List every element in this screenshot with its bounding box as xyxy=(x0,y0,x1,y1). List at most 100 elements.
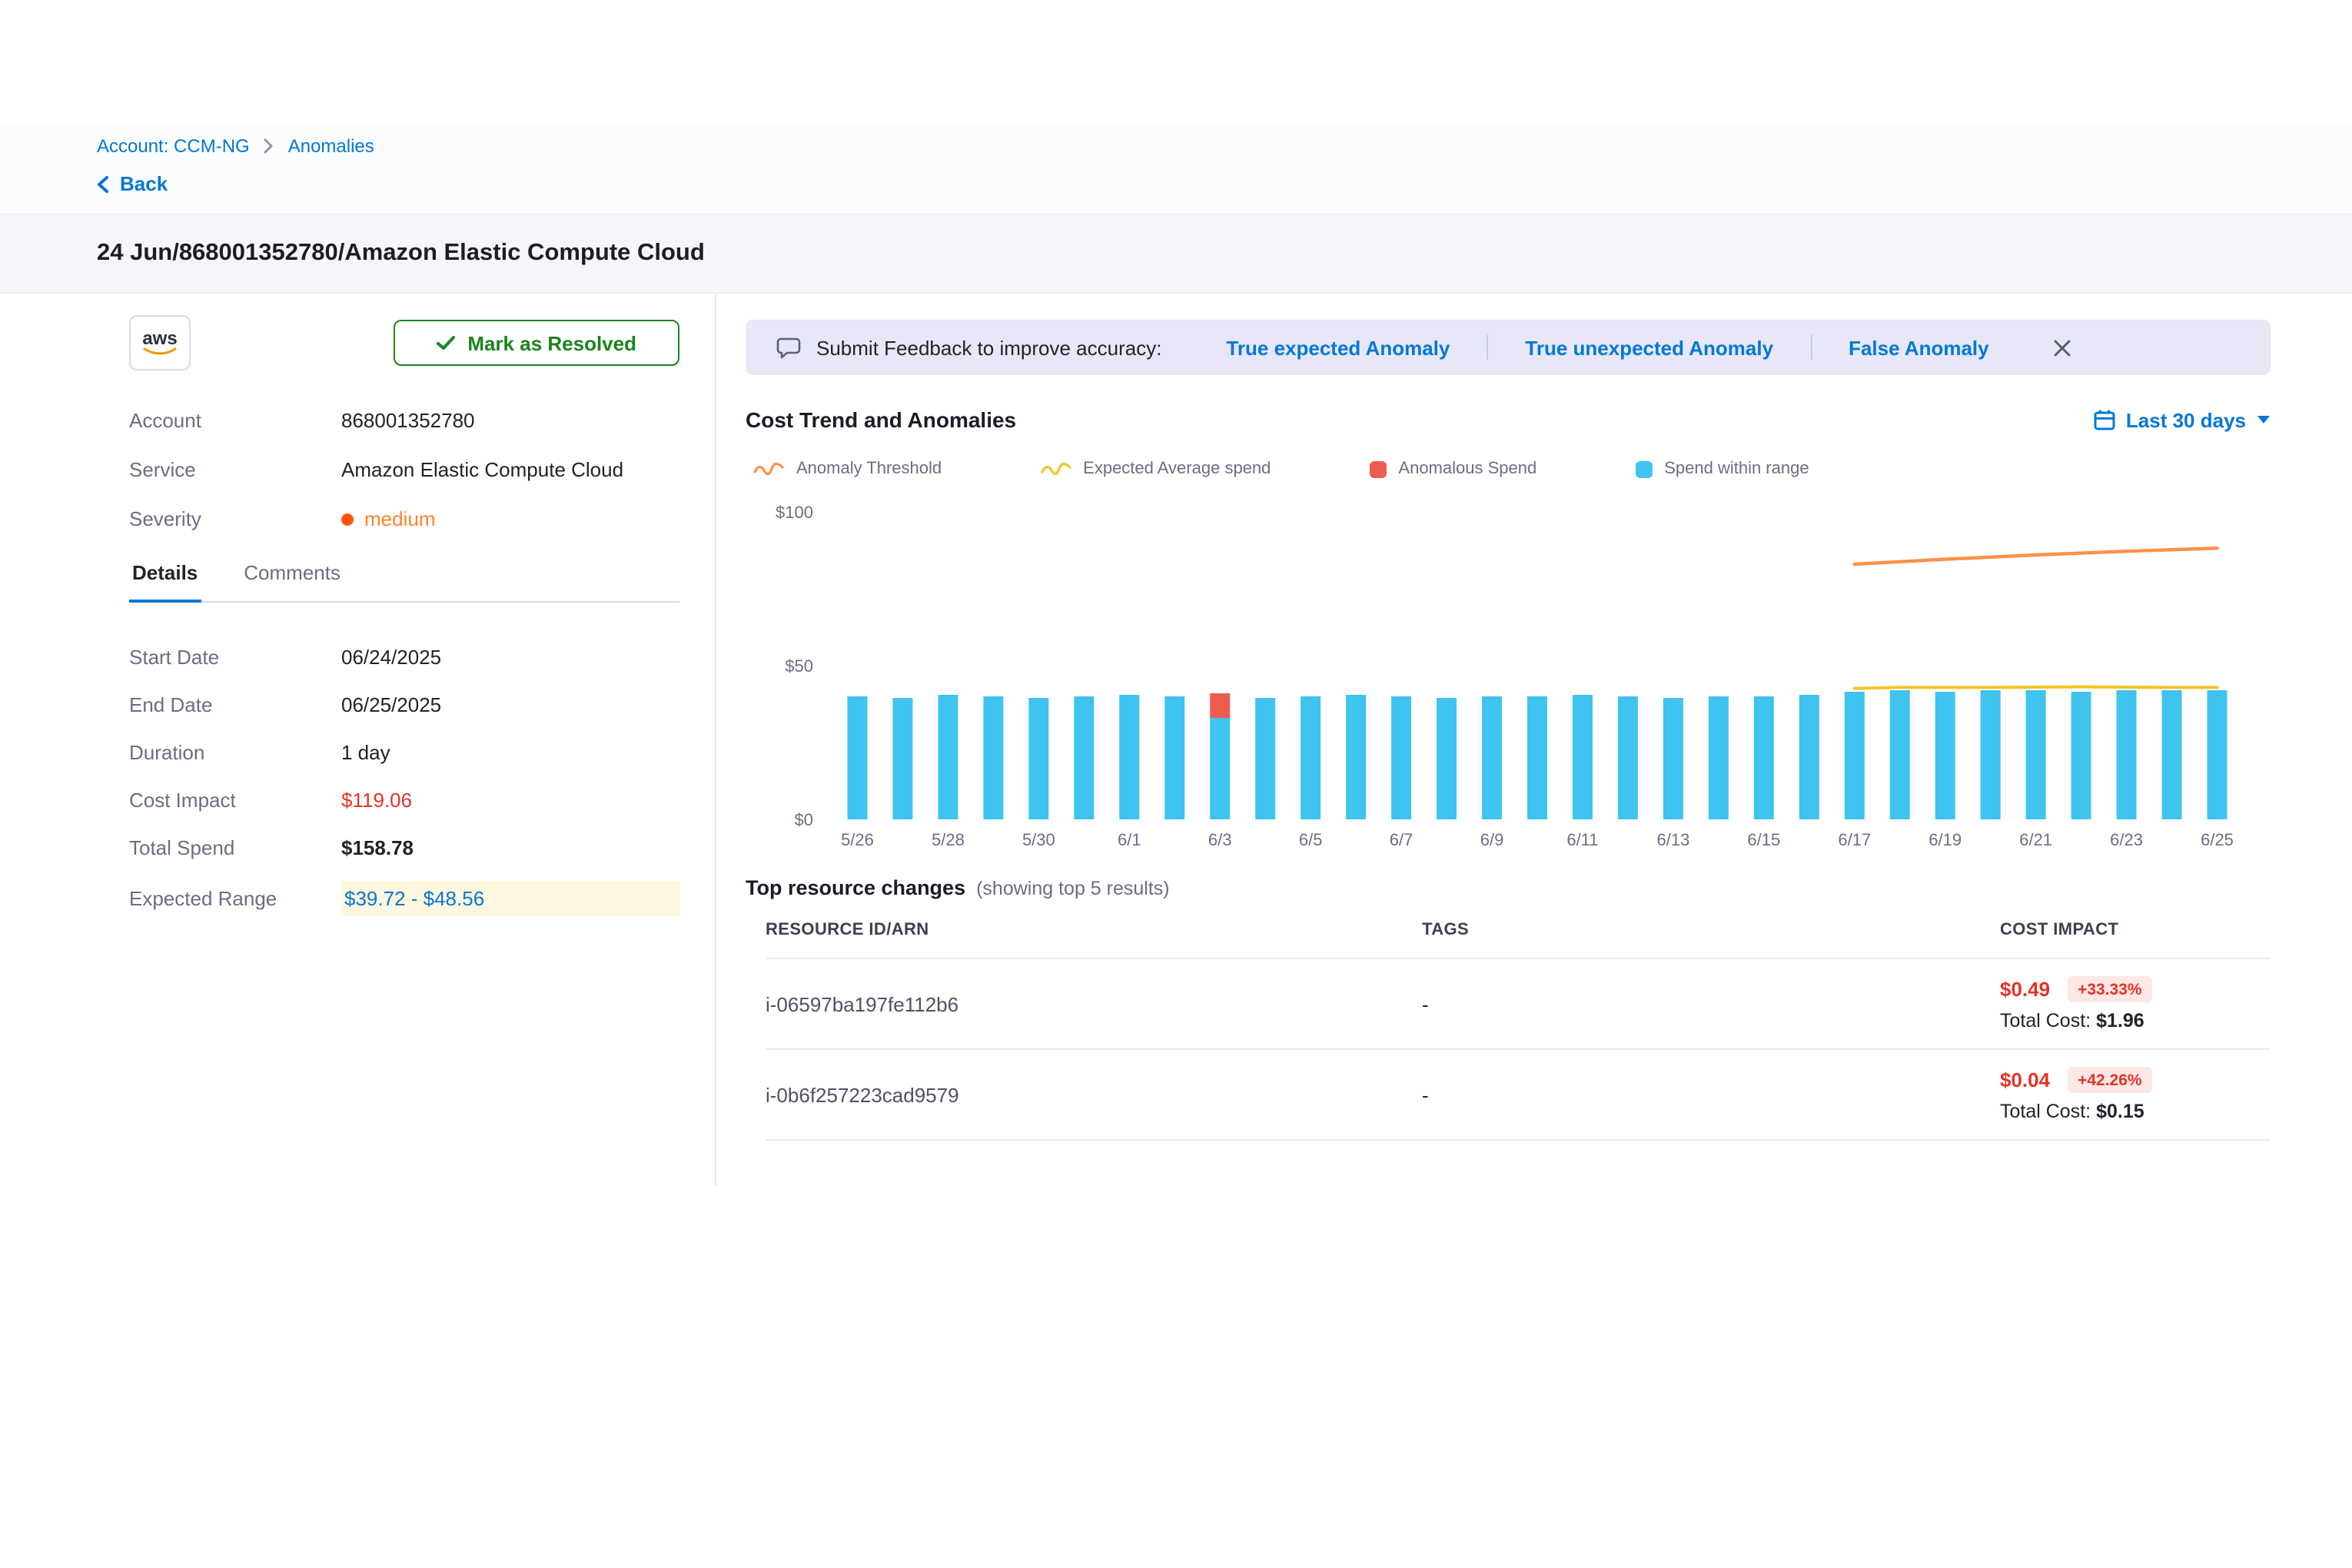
title-bar: 24 Jun/868001352780/Amazon Elastic Compu… xyxy=(0,214,2352,294)
chart-bar xyxy=(1301,696,1321,819)
y-axis-label: $50 xyxy=(785,656,813,676)
summary-fields: Account 868001352780 Service Amazon Elas… xyxy=(129,409,679,530)
chart-bar xyxy=(1573,695,1593,819)
severity-value: medium xyxy=(364,507,436,530)
date-range-selector[interactable]: Last 30 days xyxy=(2094,408,2271,431)
column-cost-impact: COST IMPACT xyxy=(2000,921,2271,939)
content-area: aws Mark as Resolved Account 86800135278… xyxy=(0,294,2352,1187)
resource-total-cost: Total Cost: $1.96 xyxy=(2000,1010,2271,1031)
expected-average-line xyxy=(1855,687,2217,689)
cost-impact-value: $119.06 xyxy=(341,788,412,811)
chart-bar xyxy=(2071,692,2091,819)
legend-label: Anomaly Threshold xyxy=(796,460,942,478)
mark-as-resolved-button[interactable]: Mark as Resolved xyxy=(394,320,679,366)
tab-comments[interactable]: Comments xyxy=(241,561,344,601)
column-resource-id: RESOURCE ID/ARN xyxy=(766,921,1422,939)
service-value: Amazon Elastic Compute Cloud xyxy=(341,458,623,481)
chart-bar xyxy=(983,696,1003,819)
chart-container: $0$50$1005/265/285/306/16/36/56/76/96/11… xyxy=(746,500,2271,870)
table-row[interactable]: i-06597ba197fe112b6 - $0.49 +33.33% Tota… xyxy=(766,958,2271,1048)
total-cost-value: $0.15 xyxy=(2096,1101,2144,1122)
top-resource-changes-section: Top resource changes (showing top 5 resu… xyxy=(746,876,2271,1141)
legend-line-icon xyxy=(753,460,784,478)
breadcrumb-account-link[interactable]: Account: CCM-NG xyxy=(97,135,250,157)
x-axis-label: 6/9 xyxy=(1480,830,1504,849)
resources-table: RESOURCE ID/ARN TAGS COST IMPACT i-06597… xyxy=(746,921,2271,1141)
cost-impact-label: Cost Impact xyxy=(129,788,341,811)
feedback-option-true-expected-anomaly[interactable]: True expected Anomaly xyxy=(1189,336,1487,359)
back-label: Back xyxy=(120,172,168,195)
resource-tags: - xyxy=(1422,992,2000,1015)
resource-cost-impact: $0.04 +42.26% Total Cost: $0.15 xyxy=(2000,1067,2271,1122)
feedback-option-true-unexpected-anomaly[interactable]: True unexpected Anomaly xyxy=(1488,336,1810,359)
chart-bar xyxy=(1845,692,1865,819)
cost-impact-change-badge: +33.33% xyxy=(2067,976,2153,1002)
y-axis-label: $100 xyxy=(776,503,813,522)
x-axis-label: 6/11 xyxy=(1566,830,1598,849)
anomaly-detail-main: Submit Feedback to improve accuracy: Tru… xyxy=(716,294,2352,1187)
panel-tabs: Details Comments xyxy=(129,561,679,603)
legend-swatch-icon xyxy=(1369,460,1386,477)
aws-smile-icon xyxy=(143,347,177,356)
start-date-row: Start Date 06/24/2025 xyxy=(129,643,679,670)
chart-bar xyxy=(1391,696,1411,819)
close-icon[interactable] xyxy=(2048,333,2077,362)
service-label: Service xyxy=(129,458,341,481)
back-button[interactable]: Back xyxy=(97,172,168,195)
chart-bar xyxy=(1164,696,1184,819)
chart-bar xyxy=(1618,696,1638,819)
chart-bar xyxy=(847,696,867,819)
details-list: Start Date 06/24/2025 End Date 06/25/202… xyxy=(129,643,679,916)
chart-bar xyxy=(1754,696,1774,819)
trend-title: Cost Trend and Anomalies xyxy=(746,407,1016,432)
feedback-options: True expected AnomalyTrue unexpected Ano… xyxy=(1189,335,2025,360)
chart-bar xyxy=(2117,690,2137,819)
x-axis-label: 6/5 xyxy=(1299,830,1323,849)
chat-bubble-icon xyxy=(776,336,801,359)
expected-range-value: $39.72 - $48.56 xyxy=(341,881,679,916)
anomaly-detail-page: Account: CCM-NG Anomalies Back 24 Jun/86… xyxy=(0,0,2352,1568)
chart-bar xyxy=(1437,698,1457,819)
chevron-down-icon xyxy=(2257,415,2271,424)
breadcrumb-anomalies-link[interactable]: Anomalies xyxy=(288,135,374,157)
trend-header: Cost Trend and Anomalies Last 30 days xyxy=(746,407,2271,432)
resource-tags: - xyxy=(1422,1083,2000,1106)
chart-bar xyxy=(2162,690,2182,819)
chart-bar xyxy=(938,695,958,819)
total-spend-value: $158.78 xyxy=(341,835,414,859)
legend-item: Expected Average spend xyxy=(1040,460,1271,478)
aws-logo: aws xyxy=(129,315,191,370)
chart-bar xyxy=(1028,698,1048,819)
feedback-bar: Submit Feedback to improve accuracy: Tru… xyxy=(746,320,2271,375)
severity-dot-icon xyxy=(341,513,354,525)
feedback-option-false-anomaly[interactable]: False Anomaly xyxy=(1812,336,2026,359)
x-axis-label: 5/30 xyxy=(1022,830,1055,849)
chart-bar xyxy=(1346,695,1366,819)
chart-bar xyxy=(1663,698,1683,819)
resource-id: i-0b6f257223cad9579 xyxy=(766,1083,1422,1106)
start-date-value: 06/24/2025 xyxy=(341,645,441,668)
duration-value: 1 day xyxy=(341,740,390,763)
x-axis-label: 6/15 xyxy=(1747,830,1780,849)
cost-impact-value: $0.04 xyxy=(2000,1068,2050,1091)
resources-table-header: RESOURCE ID/ARN TAGS COST IMPACT xyxy=(766,921,2271,958)
severity-badge: medium xyxy=(341,507,436,530)
table-row[interactable]: i-0b6f257223cad9579 - $0.04 +42.26% Tota… xyxy=(766,1048,2271,1139)
duration-row: Duration 1 day xyxy=(129,738,679,766)
column-tags: TAGS xyxy=(1422,921,2000,939)
service-field: Service Amazon Elastic Compute Cloud xyxy=(129,458,679,481)
legend-label: Expected Average spend xyxy=(1083,460,1271,478)
tab-details[interactable]: Details xyxy=(129,561,201,603)
x-axis-label: 6/19 xyxy=(1928,830,1962,849)
end-date-value: 06/25/2025 xyxy=(341,693,441,716)
resources-subtitle: (showing top 5 results) xyxy=(976,878,1170,899)
chart-bar xyxy=(1482,696,1502,819)
x-axis-label: 6/25 xyxy=(2201,830,2234,849)
severity-field: Severity medium xyxy=(129,507,679,530)
legend-label: Anomalous Spend xyxy=(1398,460,1536,478)
account-label: Account xyxy=(129,409,341,432)
cost-impact-change-badge: +42.26% xyxy=(2067,1067,2153,1093)
total-spend-row: Total Spend $158.78 xyxy=(129,833,679,861)
total-cost-label: Total Cost: xyxy=(2000,1010,2096,1031)
account-field: Account 868001352780 xyxy=(129,409,679,432)
